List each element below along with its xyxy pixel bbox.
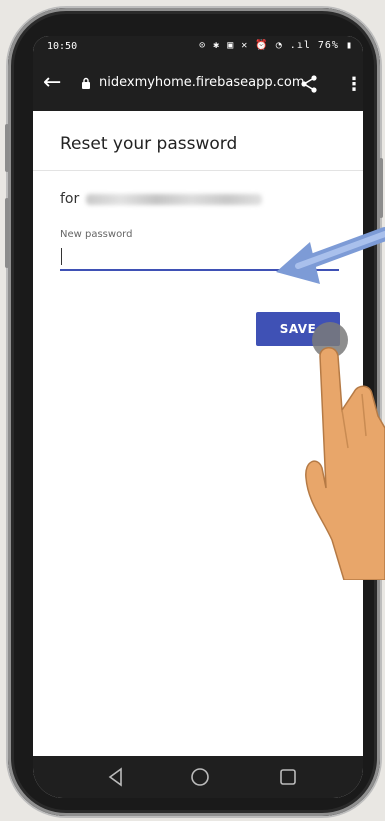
new-password-label: New password: [60, 229, 133, 240]
tapping-hand-icon: [305, 322, 385, 580]
nav-back-icon[interactable]: [105, 766, 127, 788]
status-bar: 10:50 ⊙ ✱ ▣ ✕ ⏰ ◔ .ıl 76% ▮: [33, 36, 363, 58]
nav-home-icon[interactable]: [189, 766, 211, 788]
url-text[interactable]: nidexmyhome.firebaseapp.com: [99, 75, 305, 90]
browser-toolbar: ← nidexmyhome.firebaseapp.com ⋮: [33, 58, 363, 111]
pointer-arrow-icon: [276, 227, 385, 284]
android-nav-bar: [33, 756, 363, 798]
page-title: Reset your password: [60, 134, 238, 154]
text-caret: [61, 248, 62, 265]
back-arrow-icon[interactable]: ←: [43, 72, 61, 94]
share-icon[interactable]: [299, 74, 319, 94]
title-divider: [33, 170, 363, 171]
for-label: for: [60, 191, 80, 207]
status-time: 10:50: [47, 41, 78, 52]
nav-recents-icon[interactable]: [277, 766, 299, 788]
more-vert-icon[interactable]: ⋮: [345, 76, 363, 94]
side-button-right: [379, 158, 383, 218]
redacted-email: [86, 194, 262, 205]
lock-icon: [82, 77, 90, 89]
status-icons: ⊙ ✱ ▣ ✕ ⏰ ◔ .ıl 76% ▮: [199, 40, 353, 51]
power-button: [5, 198, 9, 268]
volume-button: [5, 124, 9, 172]
